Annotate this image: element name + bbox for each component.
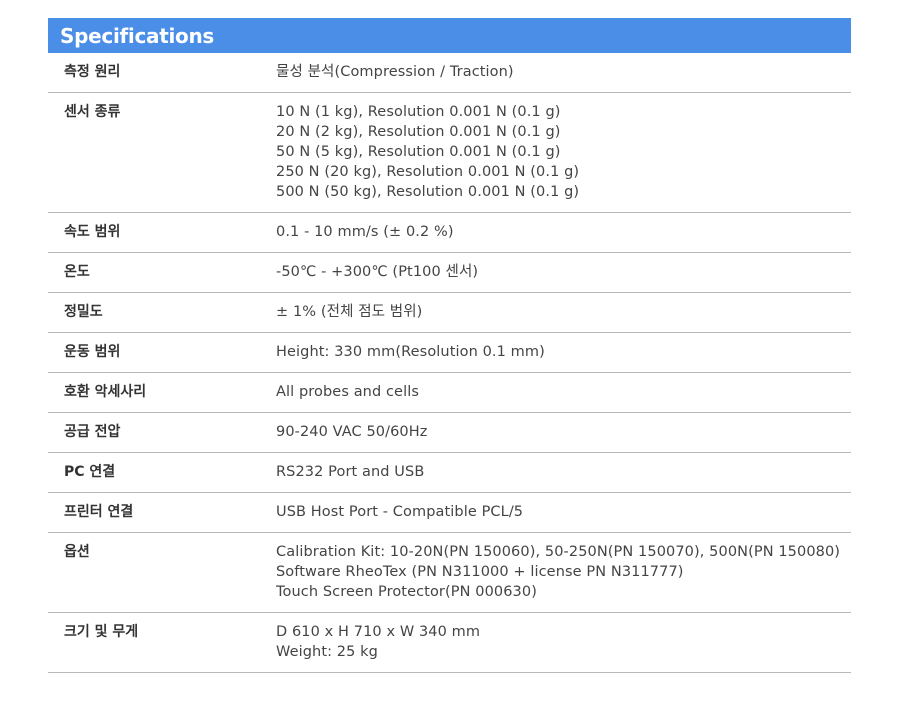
section-title: Specifications — [60, 23, 215, 48]
spec-row: 센서 종류 10 N (1 kg), Resolution 0.001 N (0… — [48, 92, 851, 213]
spec-label: 프린터 연결 — [48, 492, 276, 533]
spec-value-line: 90-240 VAC 50/60Hz — [276, 424, 428, 440]
spec-label: 공급 전압 — [48, 412, 276, 453]
spec-label: 속도 범위 — [48, 212, 276, 253]
spec-value-line: 500 N (50 kg), Resolution 0.001 N (0.1 g… — [276, 184, 580, 200]
spec-table: 측정 원리 물성 분석(Compression / Traction) 센서 종… — [48, 53, 851, 673]
spec-label: 크기 및 무게 — [48, 612, 276, 673]
spec-label: 측정 원리 — [48, 53, 276, 93]
spec-label: 온도 — [48, 252, 276, 293]
spec-value-line: 250 N (20 kg), Resolution 0.001 N (0.1 g… — [276, 164, 580, 180]
spec-row: 호환 악세사리 All probes and cells — [48, 372, 851, 413]
spec-row: 프린터 연결 USB Host Port - Compatible PCL/5 — [48, 492, 851, 533]
spec-row: 온도 -50℃ - +300℃ (Pt100 센서) — [48, 252, 851, 293]
spec-row: 속도 범위 0.1 - 10 mm/s (± 0.2 %) — [48, 212, 851, 253]
spec-value-line: Weight: 25 kg — [276, 644, 378, 660]
spec-row: 옵션 Calibration Kit: 10-20N(PN 150060), 5… — [48, 532, 851, 613]
spec-row: 운동 범위 Height: 330 mm(Resolution 0.1 mm) — [48, 332, 851, 373]
spec-table-body: 측정 원리 물성 분석(Compression / Traction) 센서 종… — [48, 53, 851, 673]
spec-label: 옵션 — [48, 532, 276, 613]
spec-row: 측정 원리 물성 분석(Compression / Traction) — [48, 53, 851, 93]
spec-value: All probes and cells — [276, 372, 851, 413]
spec-row: PC 연결 RS232 Port and USB — [48, 452, 851, 493]
spec-row: 공급 전압 90-240 VAC 50/60Hz — [48, 412, 851, 453]
spec-label: 정밀도 — [48, 292, 276, 333]
spec-label: 센서 종류 — [48, 92, 276, 213]
spec-value-line: ± 1% (전체 점도 범위) — [276, 304, 423, 320]
spec-value-line: Height: 330 mm(Resolution 0.1 mm) — [276, 344, 545, 360]
spec-row: 정밀도 ± 1% (전체 점도 범위) — [48, 292, 851, 333]
spec-value-line: USB Host Port - Compatible PCL/5 — [276, 504, 524, 520]
spec-value: 90-240 VAC 50/60Hz — [276, 412, 851, 453]
spec-value-line: -50℃ - +300℃ (Pt100 센서) — [276, 264, 479, 280]
spec-value-line: All probes and cells — [276, 384, 419, 400]
spec-value-line: 20 N (2 kg), Resolution 0.001 N (0.1 g) — [276, 124, 561, 140]
spec-value-line: Calibration Kit: 10-20N(PN 150060), 50-2… — [276, 544, 841, 560]
spec-row: 크기 및 무게 D 610 x H 710 x W 340 mm Weight:… — [48, 612, 851, 673]
spec-value: -50℃ - +300℃ (Pt100 센서) — [276, 252, 851, 293]
spec-value: USB Host Port - Compatible PCL/5 — [276, 492, 851, 533]
spec-value-line: 50 N (5 kg), Resolution 0.001 N (0.1 g) — [276, 144, 561, 160]
spec-value: Height: 330 mm(Resolution 0.1 mm) — [276, 332, 851, 373]
spec-value-line: RS232 Port and USB — [276, 464, 425, 480]
spec-value-line: D 610 x H 710 x W 340 mm — [276, 624, 481, 640]
spec-value: 물성 분석(Compression / Traction) — [276, 53, 851, 93]
spec-value-line: 0.1 - 10 mm/s (± 0.2 %) — [276, 224, 454, 240]
spec-value: ± 1% (전체 점도 범위) — [276, 292, 851, 333]
spec-value: 10 N (1 kg), Resolution 0.001 N (0.1 g) … — [276, 92, 851, 213]
spec-value-line: Software RheoTex (PN N311000 + license P… — [276, 564, 684, 580]
spec-value-line: 물성 분석(Compression / Traction) — [276, 64, 514, 80]
spec-value: RS232 Port and USB — [276, 452, 851, 493]
spec-label: 운동 범위 — [48, 332, 276, 373]
specifications-section: Specifications 측정 원리 물성 분석(Compression /… — [48, 18, 851, 673]
spec-value: 0.1 - 10 mm/s (± 0.2 %) — [276, 212, 851, 253]
spec-label: 호환 악세사리 — [48, 372, 276, 413]
spec-label: PC 연결 — [48, 452, 276, 493]
spec-value-line: Touch Screen Protector(PN 000630) — [276, 584, 537, 600]
section-header: Specifications — [48, 18, 851, 53]
spec-value-line: 10 N (1 kg), Resolution 0.001 N (0.1 g) — [276, 104, 561, 120]
spec-value: Calibration Kit: 10-20N(PN 150060), 50-2… — [276, 532, 851, 613]
spec-value: D 610 x H 710 x W 340 mm Weight: 25 kg — [276, 612, 851, 673]
